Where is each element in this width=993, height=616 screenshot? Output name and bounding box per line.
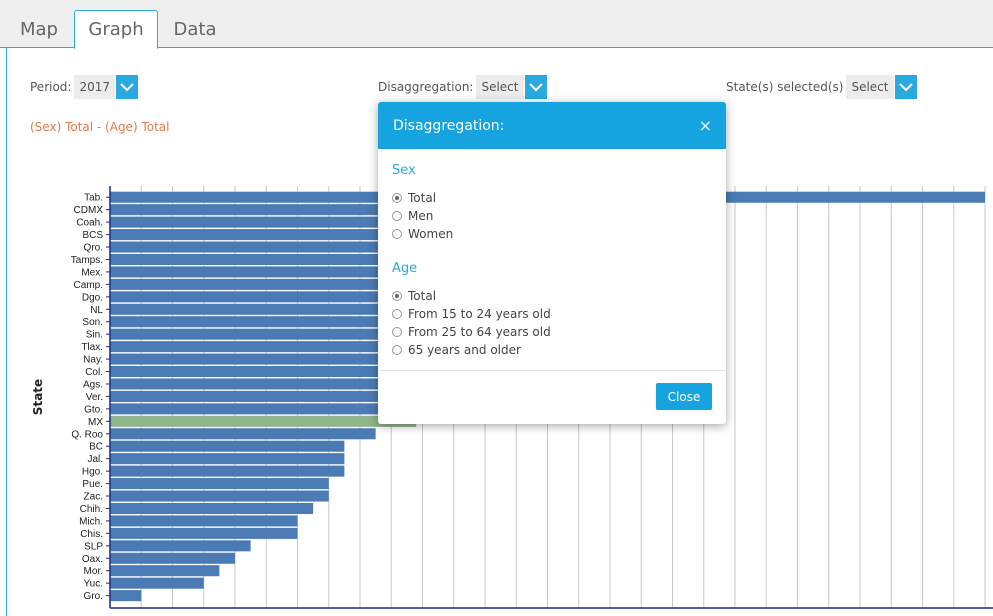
tick-label: NL — [90, 305, 103, 316]
tick-label: Pue. — [82, 479, 103, 490]
age-option-label: From 15 to 24 years old — [408, 307, 551, 321]
tick-label: Nay. — [83, 355, 103, 366]
tick-label: Qro. — [84, 243, 103, 254]
radio-button[interactable] — [392, 291, 402, 301]
bar — [110, 577, 204, 589]
sex-heading: Sex — [392, 163, 416, 178]
bar — [110, 465, 345, 477]
tick-label: Zac. — [84, 492, 103, 503]
bar — [110, 415, 417, 427]
bar — [110, 353, 410, 365]
tick-label: Mex. — [81, 267, 103, 278]
modal-title: Disaggregation: — [393, 117, 505, 134]
tick-label: Coah. — [76, 218, 103, 229]
bar — [110, 540, 251, 552]
bar — [110, 378, 398, 390]
bar — [110, 478, 329, 490]
tick-label: Gro. — [84, 591, 103, 602]
tick-label: Q. Roo — [71, 429, 103, 440]
sex-option[interactable]: Total — [392, 189, 712, 207]
tick-label: Ver. — [86, 392, 103, 403]
modal-body: Sex Total Men Women Age Total From 15 to 24… — [378, 149, 726, 371]
tick-label: Sin. — [86, 330, 103, 341]
disaggregation-modal: Disaggregation: × Sex Total Men Women Age … — [378, 102, 726, 424]
tick-label: Tlax. — [81, 342, 103, 353]
tick-label: Camp. — [74, 280, 103, 291]
tick-label: Hgo. — [82, 467, 103, 478]
bar — [110, 552, 235, 564]
tick-label: SLP — [84, 541, 103, 552]
radio-button[interactable] — [392, 211, 402, 221]
age-option[interactable]: From 15 to 24 years old — [392, 305, 712, 323]
bar — [110, 328, 420, 340]
tick-label: MX — [88, 417, 103, 428]
sex-option-label: Total — [408, 191, 437, 205]
tick-label: Mor. — [84, 566, 103, 577]
tick-label: Chis. — [80, 529, 103, 540]
tick-label: Son. — [82, 317, 103, 328]
sex-options: Total Men Women — [392, 189, 712, 243]
age-options: Total From 15 to 24 years old From 25 to 6… — [392, 287, 712, 359]
modal-header: Disaggregation: × — [378, 102, 726, 149]
bar — [110, 316, 423, 328]
tick-label: CDMX — [74, 205, 104, 216]
bar — [110, 527, 298, 539]
radio-button[interactable] — [392, 345, 402, 355]
bar — [110, 453, 345, 465]
bar — [110, 428, 376, 440]
bar — [110, 390, 392, 402]
age-option[interactable]: 65 years and older — [392, 341, 712, 359]
modal-footer: Close — [378, 371, 726, 424]
age-option-label: Total — [408, 289, 437, 303]
radio-button[interactable] — [392, 229, 402, 239]
tick-label: Dgo. — [82, 292, 103, 303]
tick-label: Chih. — [80, 504, 103, 515]
tick-label: Tab. — [84, 193, 103, 204]
tick-label: Col. — [85, 367, 103, 378]
sex-option-label: Men — [408, 209, 434, 223]
tick-label: Mich. — [79, 516, 103, 527]
bar — [110, 565, 220, 577]
bar — [110, 515, 298, 527]
tick-label: Ags. — [83, 379, 103, 390]
bar — [110, 490, 329, 502]
radio-button[interactable] — [392, 193, 402, 203]
close-button[interactable]: Close — [656, 383, 712, 410]
sex-option-label: Women — [408, 227, 454, 241]
bar — [110, 366, 404, 378]
bar — [110, 440, 345, 452]
sex-option[interactable]: Women — [392, 225, 712, 243]
tick-label: Yuc. — [84, 579, 103, 590]
age-heading: Age — [392, 261, 418, 276]
tick-label: Gto. — [84, 404, 103, 415]
bar — [110, 403, 385, 415]
bar — [110, 502, 314, 514]
radio-button[interactable] — [392, 309, 402, 319]
tick-label: Oax. — [82, 554, 103, 565]
close-icon[interactable]: × — [699, 116, 712, 135]
tick-label: BC — [89, 442, 103, 453]
tick-label: Jal. — [87, 454, 103, 465]
radio-button[interactable] — [392, 327, 402, 337]
bar — [110, 341, 417, 353]
age-option[interactable]: Total — [392, 287, 712, 305]
bar — [110, 590, 142, 602]
age-option-label: From 25 to 64 years old — [408, 325, 551, 339]
tick-label: Tamps. — [71, 255, 103, 266]
y-axis-title: State — [31, 378, 45, 416]
sex-option[interactable]: Men — [392, 207, 712, 225]
age-option[interactable]: From 25 to 64 years old — [392, 323, 712, 341]
age-option-label: 65 years and older — [408, 343, 521, 357]
tick-label: BCS — [82, 230, 103, 241]
